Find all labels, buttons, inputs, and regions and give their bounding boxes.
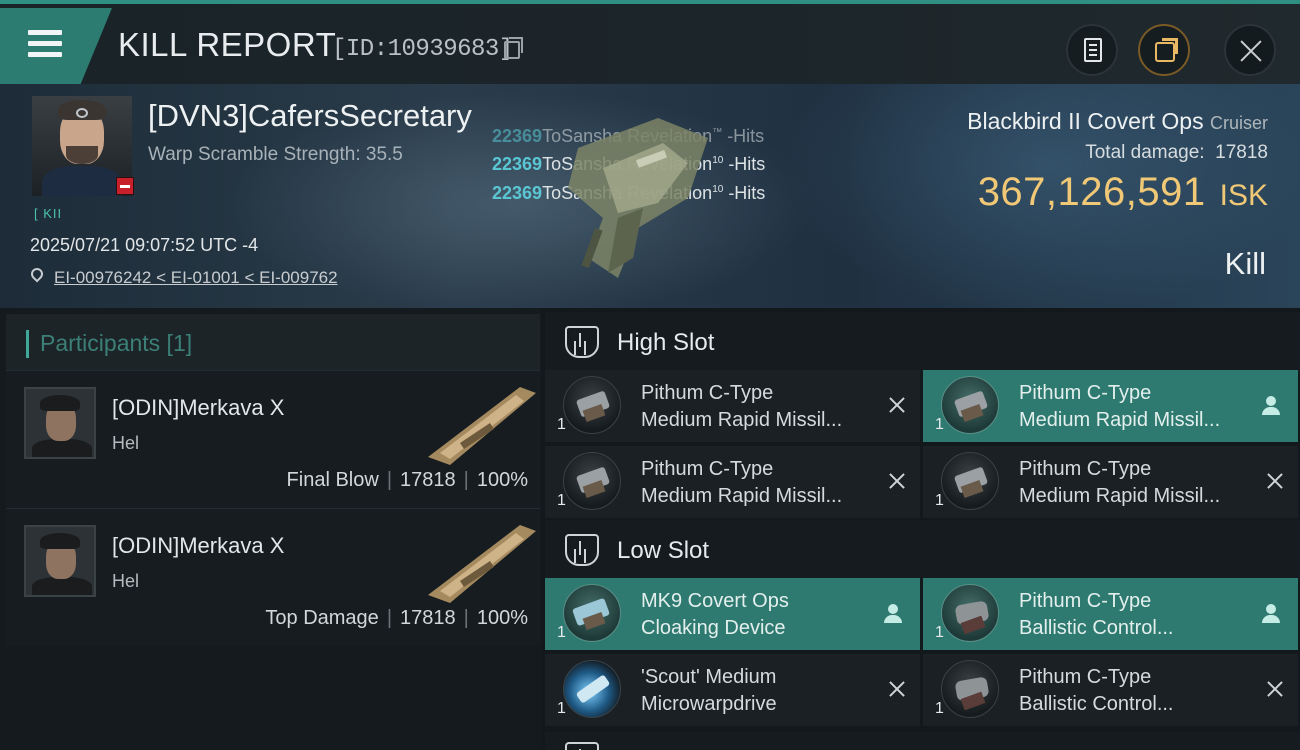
victim-name[interactable]: [DVN3]CafersSecretary — [148, 98, 472, 134]
participant-ship: Hel — [112, 571, 140, 591]
participant-portrait[interactable] — [24, 387, 96, 459]
module-item[interactable]: 1 Pithum C-Type Ballistic Control... — [923, 578, 1298, 650]
isk-value: 367,126,591 ISK — [977, 170, 1268, 214]
cloaking-device-icon — [563, 584, 621, 642]
module-item[interactable]: 1 Pithum C-Type Medium Rapid Missil... — [545, 370, 920, 442]
dropped-person-icon — [884, 604, 902, 624]
low-slot-header: Low Slot — [545, 520, 1300, 580]
report-icon — [1084, 38, 1102, 62]
ballistic-control-icon — [941, 660, 999, 718]
missile-launcher-icon — [563, 452, 621, 510]
module-item[interactable]: 1 'Scout' Medium Microwarpdrive — [545, 654, 920, 726]
participant-row[interactable]: [ODIN]Merkava X Hel Final Blow | 17818 | 100… — [6, 370, 540, 508]
module-item[interactable]: 1 Pithum C-Type Medium Rapid Missil... — [923, 370, 1298, 442]
location-pin-icon — [28, 265, 46, 283]
module-item[interactable]: 1 Pithum C-Type Ballistic Control... — [923, 654, 1298, 726]
participant-stats: Final Blow | 17818 | 100% — [286, 469, 528, 491]
missile-launcher-icon — [941, 452, 999, 510]
fitting-panel: High Slot 1 Pithum C-Type Medium Rapid M… — [541, 308, 1300, 750]
menu-icon — [28, 30, 62, 58]
microwarpdrive-icon — [563, 660, 621, 718]
dropped-person-icon — [1262, 604, 1280, 624]
destroyed-icon — [1266, 472, 1284, 490]
copy-icon[interactable] — [504, 37, 523, 59]
participants-panel: Participants [1] [ODIN]Merkava X Hel Fin… — [0, 308, 541, 750]
participant-ship-image — [428, 387, 536, 465]
destroyed-icon — [888, 472, 906, 490]
participant-name[interactable]: [ODIN]Merkava X — [112, 395, 284, 421]
participant-ship-image — [428, 525, 536, 603]
module-item[interactable]: 1 MK9 Covert Ops Cloaking Device — [545, 578, 920, 650]
low-slot-icon — [565, 534, 599, 566]
participant-portrait[interactable] — [24, 525, 96, 597]
ballistic-control-icon — [941, 584, 999, 642]
dropped-person-icon — [1262, 396, 1280, 416]
report-button[interactable] — [1066, 24, 1118, 76]
total-damage: Total damage: 17818 — [1085, 142, 1268, 163]
participant-row[interactable]: [ODIN]Merkava X Hel Top Damage | 17818 | 100… — [6, 508, 540, 646]
participant-stats: Top Damage | 17818 | 100% — [265, 607, 528, 629]
standing-negative-icon — [116, 177, 134, 195]
module-item[interactable]: 1 Pithum C-Type Medium Rapid Missil... — [923, 446, 1298, 518]
corp-tag: [ KII — [34, 206, 63, 221]
page-title: KILL REPORT — [118, 26, 337, 63]
destroyed-icon — [888, 396, 906, 414]
top-bar: KILL REPORT [ID:10939683] — [0, 0, 1300, 84]
kill-id: [ID:10939683] — [332, 36, 513, 63]
mid-slot-header-partial — [545, 732, 1300, 750]
module-item[interactable]: 1 Pithum C-Type Medium Rapid Missil... — [545, 446, 920, 518]
kill-type-label: Kill — [1224, 246, 1266, 281]
high-slot-header: High Slot — [545, 312, 1300, 372]
close-button[interactable] — [1224, 24, 1276, 76]
missile-launcher-icon — [941, 376, 999, 434]
participant-name[interactable]: [ODIN]Merkava X — [112, 533, 284, 559]
kill-timestamp: 2025/07/21 09:07:52 UTC -4 — [30, 235, 259, 255]
destroyed-icon — [888, 680, 906, 698]
kill-summary: [DVN3]CafersSecretary Warp Scramble Stre… — [0, 84, 1300, 308]
kill-location-link[interactable]: EI-00976242 < EI-01001 < EI-009762 — [54, 268, 338, 288]
victim-ship-image[interactable] — [548, 108, 718, 286]
warp-scramble-strength: Warp Scramble Strength: 35.5 — [148, 144, 403, 165]
share-button[interactable] — [1138, 24, 1190, 76]
high-slot-icon — [565, 326, 599, 358]
destroyed-icon — [1266, 680, 1284, 698]
participant-ship: Hel — [112, 433, 140, 453]
missile-launcher-icon — [563, 376, 621, 434]
victim-ship-name[interactable]: Blackbird II Covert Ops Cruiser — [967, 108, 1268, 135]
mid-slot-icon — [565, 742, 599, 750]
participants-header[interactable]: Participants [1] — [6, 314, 540, 376]
menu-button[interactable] — [0, 8, 112, 84]
